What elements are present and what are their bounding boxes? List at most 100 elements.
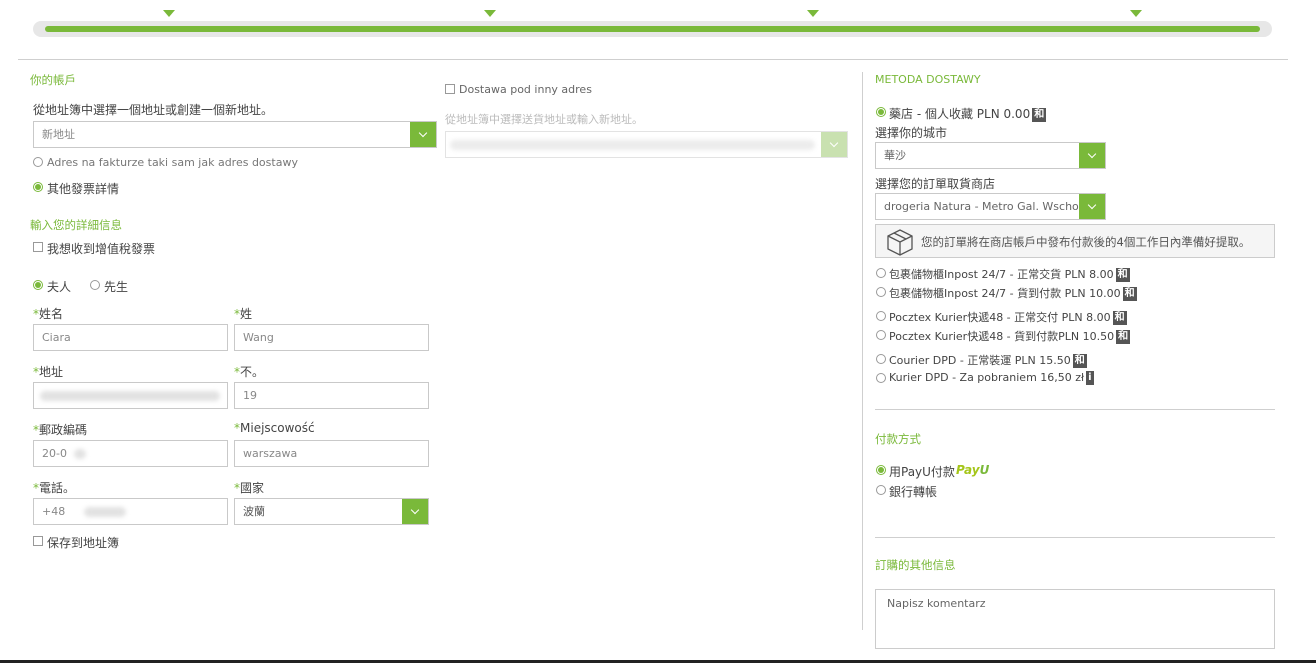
store-note-text: 您的訂單將在商店帳戶中發布付款後的4個工作日內準備好提取。 — [921, 235, 1251, 249]
chevron-down-icon[interactable] — [402, 499, 428, 524]
country-label: *國家 — [234, 481, 265, 495]
card-step-icon — [793, 0, 833, 4]
chevron-down-icon[interactable] — [410, 122, 436, 147]
postcode-input[interactable]: 20-0 — [33, 440, 228, 467]
cart-step-icon — [470, 0, 510, 4]
redacted-text — [450, 140, 815, 150]
delivery-address-book-label: 從地址簿中選擇送貨地址或輸入新地址。 — [445, 113, 643, 126]
city-label: *Miejscowość — [234, 421, 315, 435]
account-title: 你的帳戶 — [30, 73, 76, 87]
shipping-option-radio[interactable] — [876, 268, 886, 278]
shipping-option-pocztex-normal: Pocztex Kurier快遞48 - 正常交付 PLN 8.00 和 — [889, 311, 1127, 325]
info-badge[interactable]: 和 — [1116, 330, 1131, 344]
last-name-label: *姓 — [234, 307, 253, 321]
info-badge[interactable]: 和 — [1122, 287, 1137, 301]
save-address-checkbox[interactable] — [33, 536, 43, 546]
chevron-down-icon[interactable] — [1079, 194, 1105, 219]
save-address-label: 保存到地址簿 — [47, 536, 120, 550]
payment-title: 付款方式 — [875, 432, 921, 446]
store-pickup-label: 藥店 - 個人收藏 PLN 0.00 — [889, 107, 1031, 121]
step-marker — [484, 10, 496, 17]
shipping-option-radio[interactable] — [876, 311, 886, 321]
city-select[interactable]: 華沙 — [875, 142, 1106, 169]
last-name-input[interactable]: Wang — [234, 324, 429, 351]
divider — [875, 537, 1275, 538]
details-title: 輸入您的詳細信息 — [30, 218, 122, 232]
invoice-same-label: Adres na fakturze taki sam jak adres dos… — [47, 156, 298, 169]
salutation-mr-label: 先生 — [104, 280, 129, 294]
shipping-option-dpd-normal: Courier DPD - 正常裝運 PLN 15.50 和 — [889, 354, 1087, 368]
delivery-other-checkbox[interactable] — [445, 84, 455, 94]
store-select[interactable]: drogeria Natura - Metro Gal. Wschodni — [875, 193, 1106, 220]
bank-transfer-radio[interactable] — [876, 485, 886, 495]
salutation-mr-radio[interactable] — [90, 280, 100, 290]
progress-track — [33, 21, 1272, 37]
other-info-title: 訂購的其他信息 — [875, 558, 956, 572]
delivery-address-select — [445, 131, 848, 158]
address-select[interactable]: 新地址 — [33, 121, 437, 148]
address-input[interactable] — [33, 382, 228, 409]
comment-textarea[interactable]: Napisz komentarz — [875, 589, 1275, 649]
bank-transfer-label: 銀行轉帳 — [889, 485, 938, 499]
invoice-same-radio[interactable] — [33, 157, 43, 167]
shipping-option-radio[interactable] — [876, 330, 886, 340]
check-step-icon — [1116, 0, 1156, 4]
info-badge[interactable]: 和 — [1032, 107, 1047, 122]
address-label: *地址 — [33, 365, 64, 379]
shipping-option-inpost-cod: 包裹儲物櫃Inpost 24/7 - 貨到付款 PLN 10.00 和 — [889, 287, 1137, 301]
step-marker — [163, 10, 175, 17]
phone-value: +48 — [42, 505, 66, 518]
info-badge[interactable]: i — [1086, 371, 1094, 385]
divider — [18, 59, 1288, 60]
country-select[interactable]: 波蘭 — [234, 498, 429, 525]
info-badge[interactable]: 和 — [1115, 268, 1130, 282]
shipping-option-dpd-cod: Kurier DPD - Za pobraniem 16,50 zł i — [889, 371, 1094, 385]
column-divider — [862, 72, 863, 630]
phone-input[interactable]: +48 — [33, 498, 228, 525]
info-badge[interactable]: 和 — [1112, 311, 1127, 325]
invoice-other-label: 其他發票詳情 — [47, 182, 120, 196]
first-name-label: *姓名 — [33, 307, 64, 321]
shipping-option-radio[interactable] — [876, 354, 886, 364]
country-value: 波蘭 — [243, 505, 265, 518]
postcode-value: 20-0 — [42, 447, 67, 460]
shipping-option-inpost-normal: 包裹儲物櫃Inpost 24/7 - 正常交貨 PLN 8.00 和 — [889, 268, 1130, 282]
shipping-option-pocztex-cod: Pocztex Kurier快遞48 - 貨到付款PLN 10.50 和 — [889, 330, 1131, 344]
invoice-other-radio[interactable] — [33, 182, 43, 192]
divider — [875, 409, 1275, 410]
number-input[interactable]: 19 — [234, 382, 429, 409]
first-name-input[interactable]: Ciara — [33, 324, 228, 351]
payu-label: 用PayU付款 — [889, 465, 955, 479]
address-book-label: 從地址簿中選擇一個地址或創建一個新地址。 — [33, 103, 274, 117]
number-label: *不。 — [234, 365, 265, 379]
store-pickup-radio[interactable] — [876, 107, 886, 117]
city-select-value: 華沙 — [884, 149, 906, 162]
redacted-text — [74, 449, 86, 459]
vat-invoice-checkbox[interactable] — [33, 242, 43, 252]
delivery-other-label: Dostawa pod inny adres — [459, 83, 592, 96]
choose-store-label: 選擇您的訂單取貨商店 — [875, 177, 996, 191]
payu-radio[interactable] — [876, 465, 886, 475]
address-select-value: 新地址 — [42, 128, 75, 141]
store-select-value: drogeria Natura - Metro Gal. Wschodni — [884, 200, 1096, 213]
choose-city-label: 選擇你的城市 — [875, 126, 948, 140]
store-note: 您的訂單將在商店帳戶中發布付款後的4個工作日內準備好提取。 — [875, 224, 1275, 258]
redacted-text — [40, 391, 220, 401]
package-icon — [884, 227, 916, 260]
vat-invoice-label: 我想收到增值稅發票 — [47, 242, 156, 256]
chevron-down-icon[interactable] — [1079, 143, 1105, 168]
info-badge[interactable]: 和 — [1072, 354, 1087, 368]
salutation-mrs-label: 夫人 — [47, 280, 72, 294]
postcode-label: *郵政編碼 — [33, 423, 88, 437]
shipping-title: METODA DOSTAWY — [875, 73, 981, 86]
shipping-option-radio[interactable] — [876, 287, 886, 297]
step-marker — [1130, 10, 1142, 17]
redacted-text — [84, 507, 126, 517]
city-input[interactable]: warszawa — [234, 440, 429, 467]
shipping-option-radio[interactable] — [876, 373, 886, 383]
step-marker — [807, 10, 819, 17]
chevron-down-icon — [821, 132, 847, 157]
payu-logo: PayU — [956, 463, 990, 477]
progress-fill — [45, 26, 1260, 32]
salutation-mrs-radio[interactable] — [33, 280, 43, 290]
